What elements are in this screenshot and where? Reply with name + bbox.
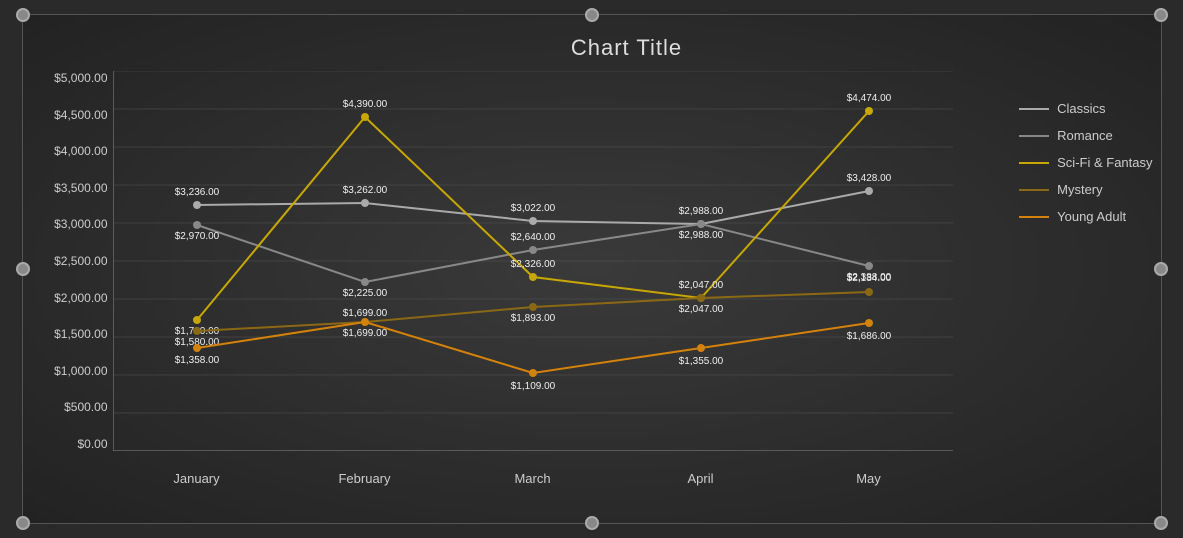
- chart-legend: Classics Romance Sci-Fi & Fantasy Myster…: [1019, 101, 1152, 224]
- scifi-point: [529, 273, 537, 281]
- corner-decoration: [585, 516, 599, 530]
- y-label: $1,500.00: [28, 327, 108, 341]
- legend-item-romance: Romance: [1019, 128, 1152, 143]
- y-label: $3,500.00: [28, 181, 108, 195]
- chart-svg: $3,236.00 $3,262.00 $3,022.00 $2,988.00 …: [113, 71, 953, 451]
- y-label: $4,000.00: [28, 144, 108, 158]
- romance-point: [865, 262, 873, 270]
- legend-line-youngadult: [1019, 216, 1049, 218]
- legend-item-youngadult: Young Adult: [1019, 209, 1152, 224]
- youngadult-point: [529, 369, 537, 377]
- y-label: $2,000.00: [28, 291, 108, 305]
- corner-decoration: [1154, 8, 1168, 22]
- scifi-label: $4,390.00: [342, 99, 387, 110]
- legend-line-scifi: [1019, 162, 1049, 164]
- legend-label-scifi: Sci-Fi & Fantasy: [1057, 155, 1152, 170]
- scifi-label: $2,047.00: [678, 280, 723, 291]
- mystery-point: [529, 303, 537, 311]
- y-label: $3,000.00: [28, 217, 108, 231]
- romance-point: [193, 221, 201, 229]
- classics-label: $3,262.00: [342, 185, 387, 196]
- legend-label-romance: Romance: [1057, 128, 1113, 143]
- youngadult-label: $1,358.00: [174, 355, 219, 366]
- y-label: $5,000.00: [28, 71, 108, 85]
- youngadult-point: [193, 344, 201, 352]
- y-axis: $5,000.00 $4,500.00 $4,000.00 $3,500.00 …: [28, 71, 108, 451]
- youngadult-point: [865, 319, 873, 327]
- classics-point: [865, 187, 873, 195]
- x-label-february: February: [281, 471, 449, 486]
- legend-label-classics: Classics: [1057, 101, 1105, 116]
- mystery-point: [193, 327, 201, 335]
- romance-point: [361, 278, 369, 286]
- y-label: $500.00: [28, 400, 108, 414]
- chart-container: Chart Title $5,000.00 $4,500.00 $4,000.0…: [22, 14, 1162, 524]
- legend-line-classics: [1019, 108, 1049, 110]
- romance-point: [529, 246, 537, 254]
- romance-label: $2,640.00: [510, 232, 555, 243]
- x-label-march: March: [449, 471, 617, 486]
- classics-label: $2,988.00: [678, 206, 723, 217]
- legend-item-scifi: Sci-Fi & Fantasy: [1019, 155, 1152, 170]
- youngadult-label: $1,109.00: [510, 381, 555, 392]
- scifi-label: $2,326.00: [510, 259, 555, 270]
- youngadult-point: [361, 318, 369, 326]
- y-label: $1,000.00: [28, 364, 108, 378]
- y-label: $4,500.00: [28, 108, 108, 122]
- romance-label: $2,225.00: [342, 288, 387, 299]
- mystery-label: $1,699.00: [342, 328, 387, 339]
- classics-point: [193, 201, 201, 209]
- legend-line-mystery: [1019, 189, 1049, 191]
- youngadult-point: [697, 344, 705, 352]
- corner-decoration: [1154, 262, 1168, 276]
- corner-decoration: [1154, 516, 1168, 530]
- mystery-label: $1,893.00: [510, 313, 555, 324]
- corner-decoration: [16, 516, 30, 530]
- classics-point: [361, 199, 369, 207]
- x-label-january: January: [113, 471, 281, 486]
- classics-label: $3,236.00: [174, 187, 219, 198]
- youngadult-label: $1,355.00: [678, 356, 723, 367]
- corner-decoration: [585, 8, 599, 22]
- mystery-label: $2,134.00: [846, 273, 891, 284]
- mystery-point: [697, 294, 705, 302]
- youngadult-label: $1,699.00: [342, 308, 387, 319]
- mystery-point: [865, 288, 873, 296]
- legend-item-classics: Classics: [1019, 101, 1152, 116]
- legend-item-mystery: Mystery: [1019, 182, 1152, 197]
- x-label-may: May: [785, 471, 953, 486]
- scifi-label: $4,474.00: [846, 93, 891, 104]
- x-label-april: April: [617, 471, 785, 486]
- youngadult-line: [197, 322, 869, 373]
- classics-label: $3,022.00: [510, 203, 555, 214]
- scifi-point: [193, 316, 201, 324]
- y-label: $0.00: [28, 437, 108, 451]
- legend-label-youngadult: Young Adult: [1057, 209, 1126, 224]
- scifi-line: [197, 111, 869, 320]
- romance-label: $2,988.00: [678, 230, 723, 241]
- scifi-point: [865, 107, 873, 115]
- youngadult-label: $1,686.00: [846, 331, 891, 342]
- scifi-point: [361, 113, 369, 121]
- legend-line-romance: [1019, 135, 1049, 137]
- legend-label-mystery: Mystery: [1057, 182, 1103, 197]
- romance-label: $2,970.00: [174, 231, 219, 242]
- corner-decoration: [16, 8, 30, 22]
- romance-point: [697, 220, 705, 228]
- mystery-label: $2,047.00: [678, 304, 723, 315]
- chart-title: Chart Title: [113, 35, 1141, 61]
- mystery-line: [197, 292, 869, 331]
- y-label: $2,500.00: [28, 254, 108, 268]
- classics-point: [529, 217, 537, 225]
- x-axis: January February March April May: [113, 471, 953, 486]
- classics-label: $3,428.00: [846, 173, 891, 184]
